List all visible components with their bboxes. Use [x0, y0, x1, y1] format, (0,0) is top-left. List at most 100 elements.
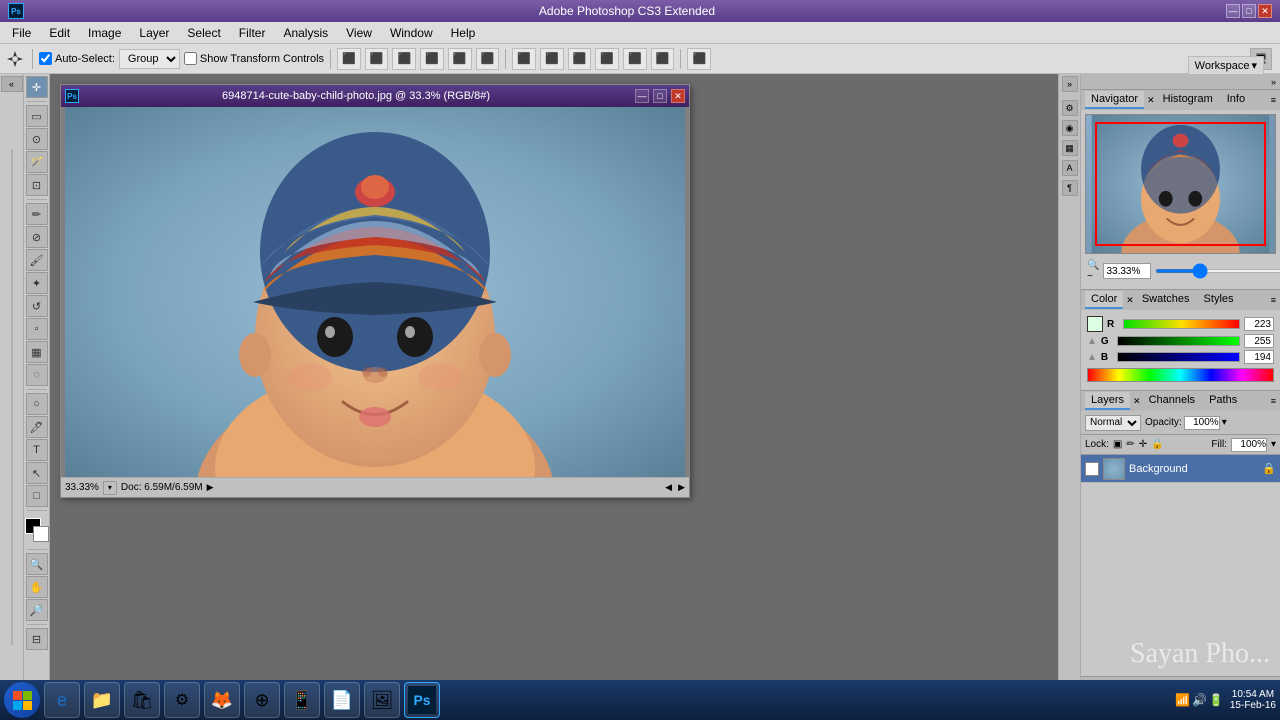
paragraph-button[interactable]: ¶	[1062, 180, 1078, 196]
tab-paths[interactable]: Paths	[1203, 392, 1243, 410]
panel-expand-button[interactable]: »	[1062, 76, 1078, 92]
workspace-button[interactable]: Workspace ▾	[1188, 56, 1264, 75]
lasso-tool[interactable]: ⊙	[26, 128, 48, 150]
document-canvas[interactable]	[61, 107, 689, 477]
history-brush-tool[interactable]: ↺	[26, 295, 48, 317]
eraser-tool[interactable]: ▫	[26, 318, 48, 340]
menu-select[interactable]: Select	[179, 24, 228, 42]
opacity-input[interactable]: 100%	[1184, 416, 1220, 430]
menu-view[interactable]: View	[338, 24, 380, 42]
marquee-tool[interactable]: ▭	[26, 105, 48, 127]
type-tool[interactable]: T	[26, 439, 48, 461]
align-middle-button[interactable]: ⬛	[448, 48, 472, 70]
right-panel-collapse-button[interactable]: »	[1269, 77, 1278, 87]
tool-options-button[interactable]: ▦	[1062, 140, 1078, 156]
tab-histogram[interactable]: Histogram	[1157, 91, 1219, 109]
document-close-button[interactable]: ✕	[671, 89, 685, 103]
horizontal-scrollbar[interactable]	[674, 482, 676, 492]
menu-layer[interactable]: Layer	[131, 24, 177, 42]
taskbar-photos-button[interactable]: 🖼	[364, 682, 400, 718]
crop-tool[interactable]: ⊡	[26, 174, 48, 196]
auto-select-dropdown[interactable]: Group Layer	[119, 49, 180, 69]
taskbar-ie-button[interactable]: e	[44, 682, 80, 718]
tray-volume-icon[interactable]: 🔊	[1192, 693, 1207, 707]
menu-edit[interactable]: Edit	[41, 24, 78, 42]
zoom-tool[interactable]: 🔍	[26, 553, 48, 575]
tray-network-icon[interactable]: 📶	[1175, 693, 1190, 707]
tab-styles[interactable]: Styles	[1198, 291, 1240, 309]
align-center-h-button[interactable]: ⬛	[365, 48, 389, 70]
navigator-tab-close[interactable]: ✕	[1147, 95, 1155, 106]
layers-panel-menu[interactable]: ≡	[1271, 396, 1276, 406]
distribute-center-h-button[interactable]: ⬛	[540, 48, 564, 70]
b-value-input[interactable]: 194	[1244, 350, 1274, 364]
opacity-arrow[interactable]: ▾	[1222, 417, 1227, 428]
document-maximize-button[interactable]: □	[653, 89, 667, 103]
taskbar-settings-button[interactable]: ⚙	[164, 682, 200, 718]
auto-select-checkbox[interactable]	[39, 52, 52, 65]
shape-tool[interactable]: □	[26, 485, 48, 507]
align-right-button[interactable]: ⬛	[392, 48, 416, 70]
foreground-color-swatch[interactable]	[1087, 316, 1103, 332]
hand-tool[interactable]: ✋	[26, 576, 48, 598]
character-button[interactable]: A	[1062, 160, 1078, 176]
taskbar-firefox-button[interactable]: 🦊	[204, 682, 240, 718]
path-select-tool[interactable]: ↖	[26, 462, 48, 484]
dodge-tool[interactable]: ○	[26, 393, 48, 415]
document-minimize-button[interactable]: —	[635, 89, 649, 103]
eyedropper-tool[interactable]: ✏	[26, 203, 48, 225]
zoom-arrow-button[interactable]: ▾	[103, 481, 117, 495]
brush-tool[interactable]: 🖌	[26, 249, 48, 271]
menu-file[interactable]: File	[4, 24, 39, 42]
taskbar-app1-button[interactable]: 📱	[284, 682, 320, 718]
taskbar-folder-button[interactable]: 📁	[84, 682, 120, 718]
foreground-background-colors[interactable]	[25, 518, 49, 542]
scroll-arrow-right[interactable]: ▶	[207, 482, 214, 493]
menu-filter[interactable]: Filter	[231, 24, 274, 42]
zoom-tool-2[interactable]: 🔎	[26, 599, 48, 621]
minimize-button[interactable]: —	[1226, 4, 1240, 18]
taskbar-ps-button[interactable]: Ps	[404, 682, 440, 718]
tool-preset-button[interactable]: ⚙	[1062, 100, 1078, 116]
tab-channels[interactable]: Channels	[1143, 392, 1201, 410]
tab-color[interactable]: Color	[1085, 291, 1123, 309]
auto-align-button[interactable]: ⬛	[687, 48, 711, 70]
distribute-left-button[interactable]: ⬛	[512, 48, 536, 70]
align-bottom-button[interactable]: ⬛	[476, 48, 500, 70]
lock-image-icon[interactable]: ✏	[1126, 439, 1134, 450]
screen-mode-tool[interactable]: ⊟	[26, 628, 48, 650]
tray-battery-icon[interactable]: 🔋	[1209, 693, 1224, 707]
zoom-input[interactable]: 33.33%	[1103, 263, 1151, 279]
lock-position-icon[interactable]: ✛	[1139, 439, 1147, 450]
navigator-panel-menu[interactable]: ≡	[1271, 95, 1276, 105]
g-value-input[interactable]: 255	[1244, 334, 1274, 348]
brush-preset-button[interactable]: ◉	[1062, 120, 1078, 136]
menu-help[interactable]: Help	[443, 24, 484, 42]
fill-arrow[interactable]: ▾	[1271, 439, 1276, 450]
lock-transparent-icon[interactable]: ▣	[1113, 439, 1122, 450]
tab-layers[interactable]: Layers	[1085, 392, 1130, 410]
move-tool[interactable]: ✛	[26, 76, 48, 98]
start-button[interactable]	[4, 682, 40, 718]
zoom-slider[interactable]	[1155, 269, 1280, 273]
navigator-viewport-box[interactable]	[1095, 122, 1265, 246]
lock-all-icon[interactable]: 🔒	[1151, 439, 1163, 450]
layer-visibility-toggle[interactable]: 👁	[1085, 462, 1099, 476]
color-spectrum-bar[interactable]	[1087, 368, 1274, 382]
left-panel-collapse-button[interactable]: «	[1, 76, 23, 92]
menu-window[interactable]: Window	[382, 24, 441, 42]
taskbar-word-button[interactable]: 📄	[324, 682, 360, 718]
align-left-button[interactable]: ⬛	[337, 48, 361, 70]
tab-swatches[interactable]: Swatches	[1136, 291, 1196, 309]
distribute-top-button[interactable]: ⬛	[595, 48, 619, 70]
fill-input[interactable]: 100%	[1231, 438, 1267, 452]
spot-heal-tool[interactable]: ⊘	[26, 226, 48, 248]
color-panel-menu[interactable]: ≡	[1271, 295, 1276, 305]
color-tab-close[interactable]: ✕	[1126, 295, 1134, 306]
show-transform-checkbox[interactable]	[184, 52, 197, 65]
close-button[interactable]: ✕	[1258, 4, 1272, 18]
quick-select-tool[interactable]: 🪄	[26, 151, 48, 173]
distribute-right-button[interactable]: ⬛	[568, 48, 592, 70]
distribute-middle-button[interactable]: ⬛	[623, 48, 647, 70]
align-top-button[interactable]: ⬛	[420, 48, 444, 70]
